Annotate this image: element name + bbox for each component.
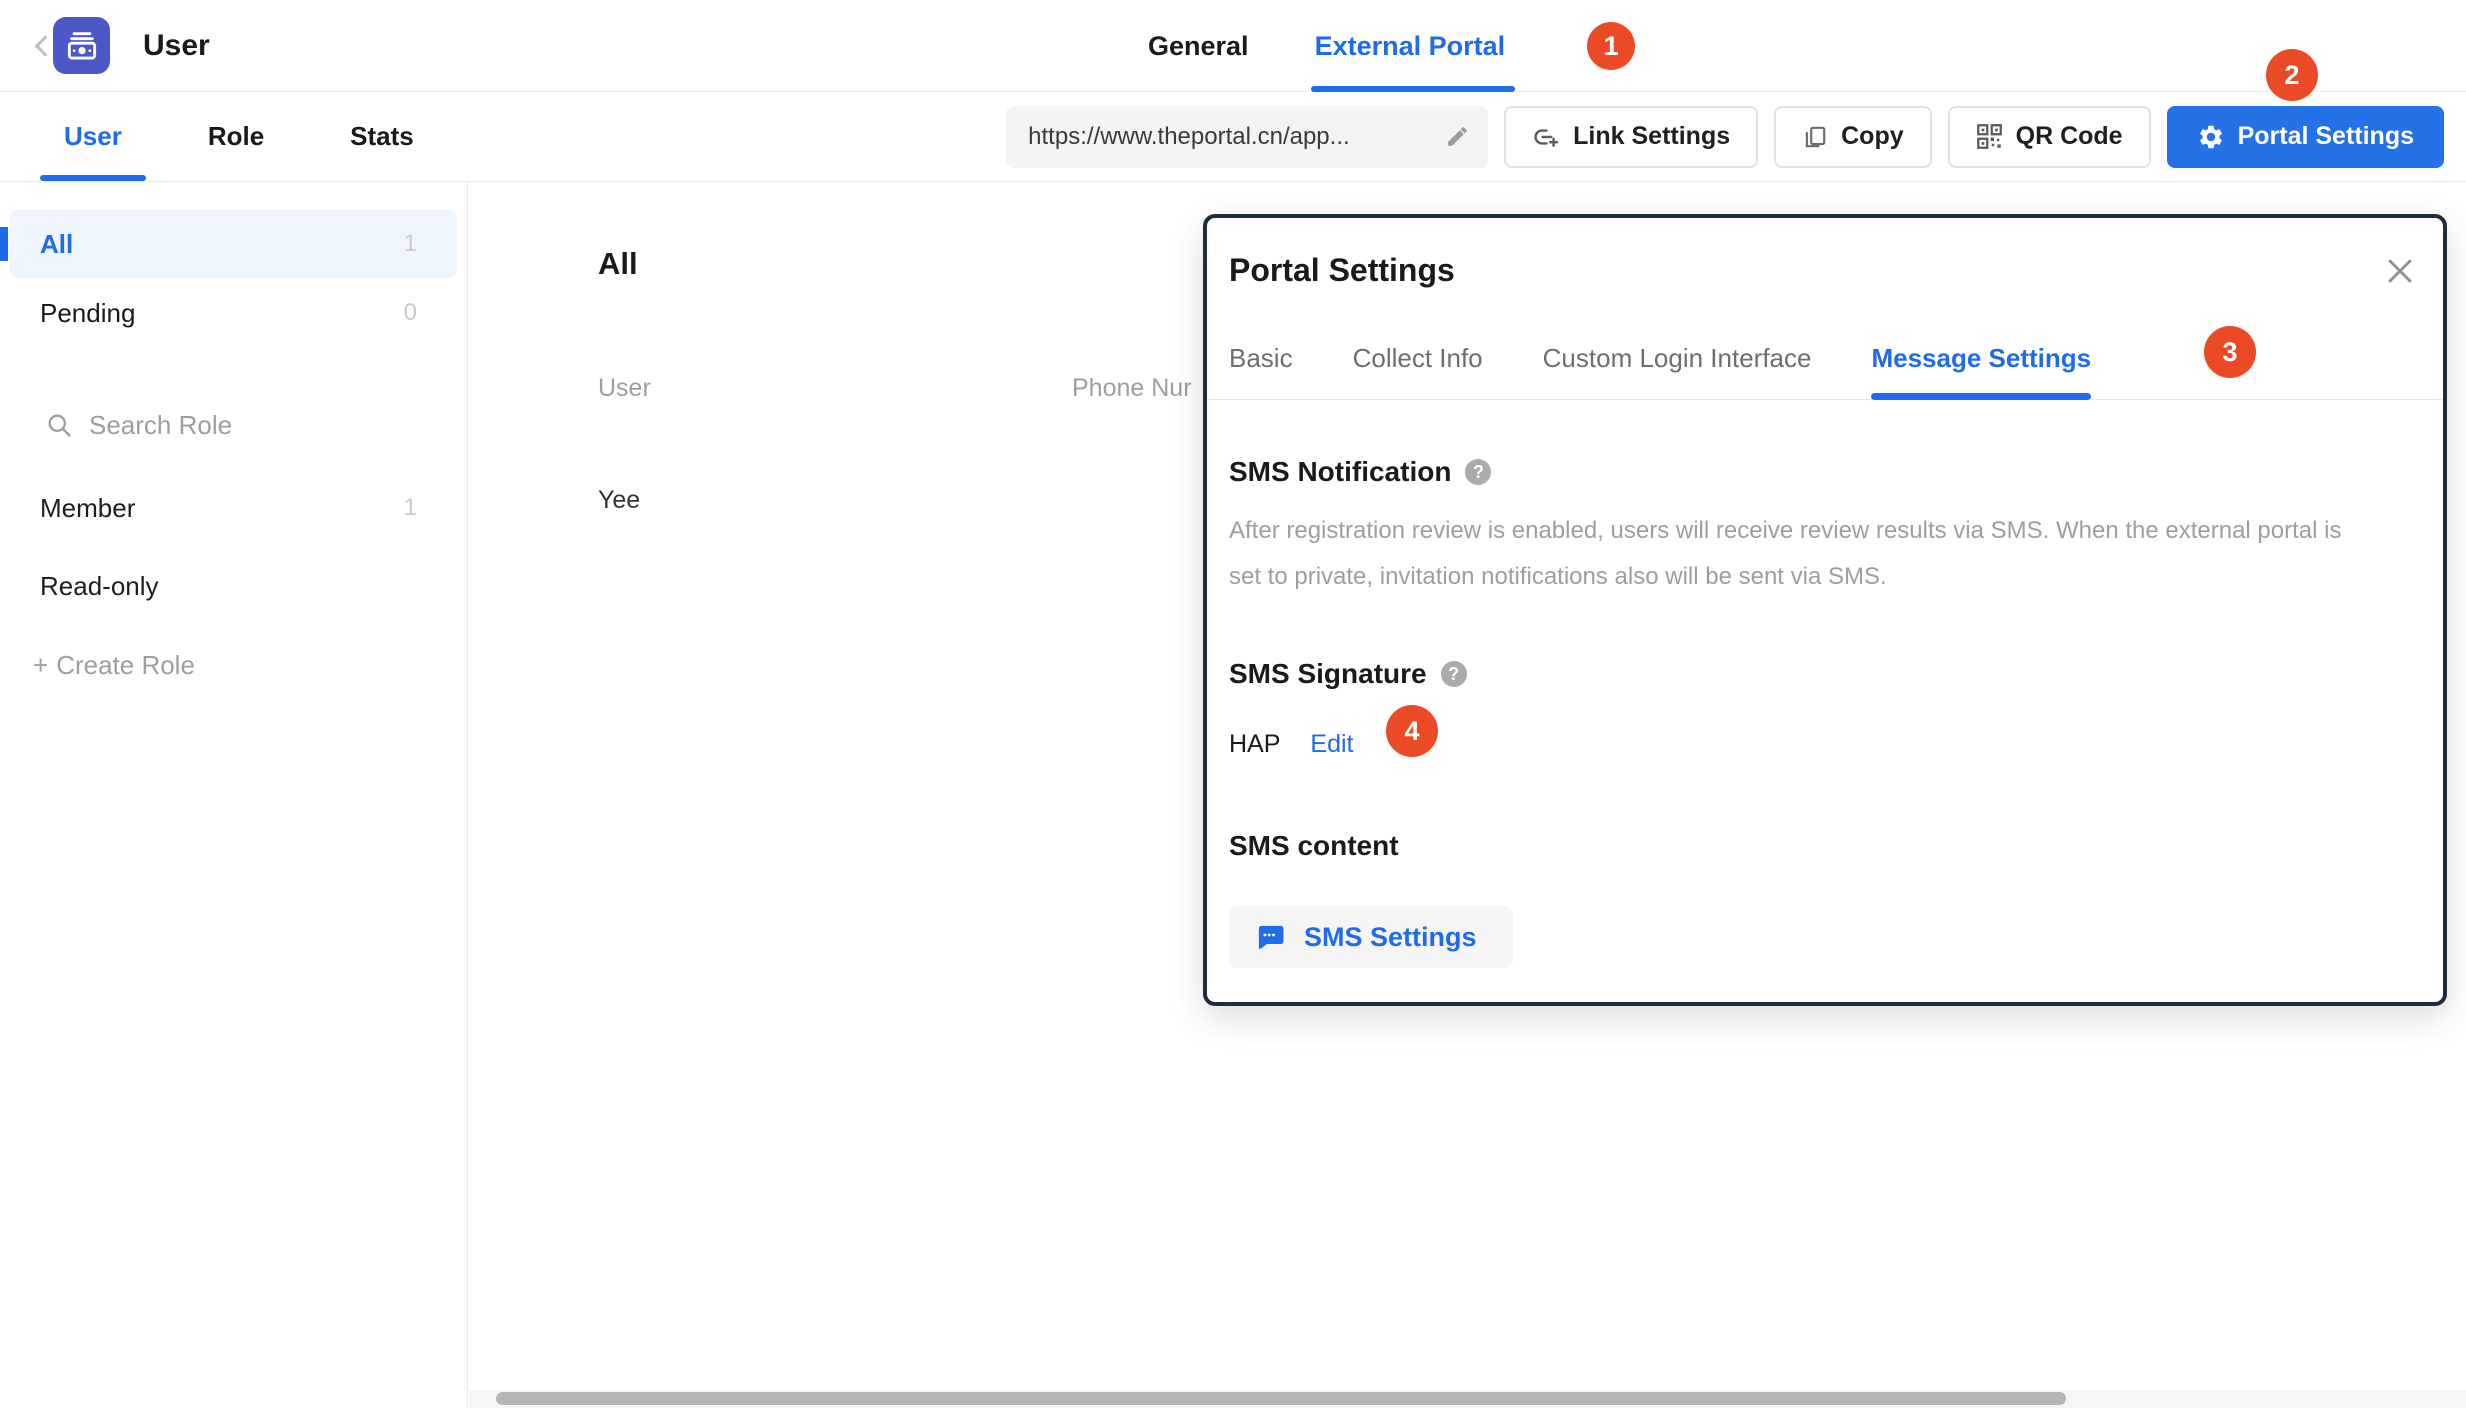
page-title: User xyxy=(143,0,210,92)
annotation-badge-3: 3 xyxy=(2204,326,2256,378)
search-role-input[interactable]: Search Role xyxy=(0,400,467,450)
edit-pencil-icon[interactable] xyxy=(1445,124,1470,149)
copy-button[interactable]: Copy xyxy=(1774,106,1932,168)
annotation-badge-1: 1 xyxy=(1587,22,1635,70)
role-count: 1 xyxy=(404,494,417,522)
modal-tab-message-settings[interactable]: Message Settings xyxy=(1871,318,2091,399)
link-icon xyxy=(1532,123,1560,151)
top-header: User General External Portal 1 xyxy=(0,0,2466,92)
sidebar-tab-role[interactable]: Role xyxy=(208,92,264,181)
sms-content-section-title: SMS content xyxy=(1229,830,1399,862)
toolbar: https://www.theportal.cn/app... Link Set… xyxy=(468,92,2466,181)
close-button[interactable] xyxy=(2383,254,2417,288)
sidebar: All 1 Pending 0 Search Role Member 1 Rea… xyxy=(0,182,468,1408)
sidebar-tab-user[interactable]: User xyxy=(64,92,122,181)
modal-tab-collect-info[interactable]: Collect Info xyxy=(1353,318,1483,399)
sms-notification-section-title: SMS Notification ? xyxy=(1229,456,1491,488)
column-header-user: User xyxy=(598,374,651,403)
sms-signature-row: HAP Edit xyxy=(1229,730,1354,759)
active-tab-underline xyxy=(1311,86,1516,92)
filter-all[interactable]: All 1 xyxy=(10,210,457,278)
role-item-read-only[interactable]: Read-only xyxy=(0,558,467,614)
qr-code-button[interactable]: QR Code xyxy=(1948,106,2151,168)
annotation-badge-2: 2 xyxy=(2266,49,2318,101)
active-tab-underline xyxy=(40,175,146,181)
edit-signature-link[interactable]: Edit xyxy=(1310,730,1353,759)
tab-external-portal[interactable]: External Portal xyxy=(1315,0,1506,92)
portal-url-field[interactable]: https://www.theportal.cn/app... xyxy=(1006,106,1488,168)
sms-signature-section-title: SMS Signature ? xyxy=(1229,658,1467,690)
search-icon xyxy=(45,411,73,439)
sidebar-tabs: User Role Stats xyxy=(0,92,468,181)
chat-bubble-icon xyxy=(1255,922,1286,953)
sms-notification-description: After registration review is enabled, us… xyxy=(1229,508,2349,600)
table-row-user-cell[interactable]: Yee xyxy=(598,486,640,515)
sidebar-tab-stats[interactable]: Stats xyxy=(350,92,414,181)
subheader: User Role Stats https://www.theportal.cn… xyxy=(0,92,2466,182)
column-header-phone-number: Phone Nur xyxy=(1072,374,1192,403)
help-icon[interactable]: ? xyxy=(1441,661,1467,687)
app-icon xyxy=(53,17,110,74)
tab-general[interactable]: General xyxy=(1148,0,1249,92)
modal-title: Portal Settings xyxy=(1229,252,1455,289)
close-icon xyxy=(2383,254,2417,288)
portal-url-value: https://www.theportal.cn/app... xyxy=(1028,123,1445,151)
help-icon[interactable]: ? xyxy=(1465,459,1491,485)
search-placeholder: Search Role xyxy=(89,410,232,441)
link-settings-button[interactable]: Link Settings xyxy=(1504,106,1758,168)
banknote-icon xyxy=(63,27,101,65)
sms-signature-value: HAP xyxy=(1229,730,1280,759)
qr-code-icon xyxy=(1976,123,2003,150)
active-tab-underline xyxy=(1871,393,2091,400)
filter-count: 1 xyxy=(404,230,417,258)
copy-icon xyxy=(1802,124,1828,150)
list-heading: All xyxy=(598,246,638,282)
create-role-button[interactable]: + Create Role xyxy=(0,650,467,681)
annotation-badge-4: 4 xyxy=(1386,705,1438,757)
active-indicator-bar xyxy=(0,227,8,261)
modal-tabs: Basic Collect Info Custom Login Interfac… xyxy=(1207,318,2443,400)
header-tabs: General External Portal 1 xyxy=(1148,0,1635,92)
modal-tab-basic[interactable]: Basic xyxy=(1229,318,1293,399)
portal-settings-modal: Portal Settings Basic Collect Info Custo… xyxy=(1203,214,2447,1006)
portal-settings-button[interactable]: Portal Settings xyxy=(2167,106,2444,168)
filter-pending[interactable]: Pending 0 xyxy=(10,282,457,344)
filter-count: 0 xyxy=(404,299,417,327)
plus-icon: + xyxy=(33,650,48,681)
role-item-member[interactable]: Member 1 xyxy=(0,480,467,536)
modal-tab-custom-login-interface[interactable]: Custom Login Interface xyxy=(1543,318,1812,399)
gear-icon xyxy=(2197,123,2225,151)
horizontal-scrollbar-thumb[interactable] xyxy=(496,1392,2066,1405)
sms-settings-button[interactable]: SMS Settings xyxy=(1229,906,1513,968)
